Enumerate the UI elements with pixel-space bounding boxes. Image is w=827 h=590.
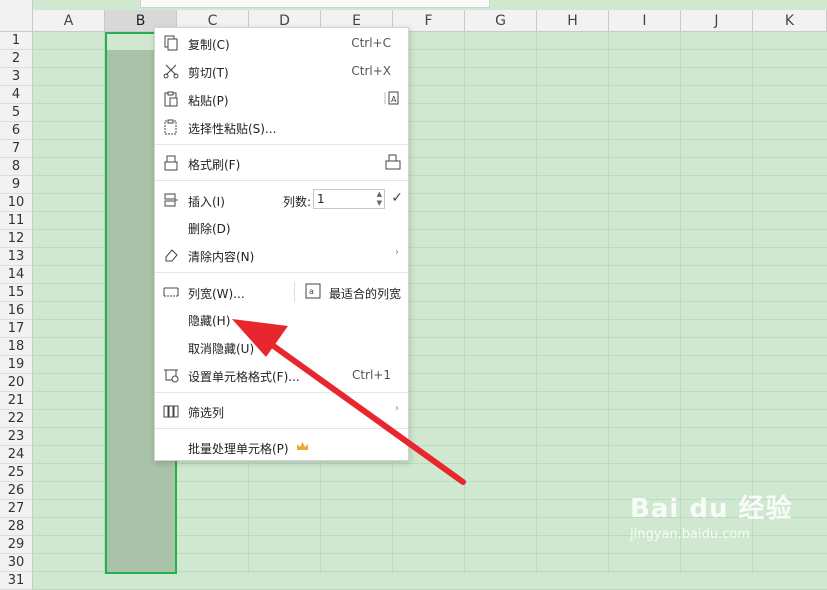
baidu-watermark: Bai du 经验 jingyan.baidu.com bbox=[630, 488, 793, 542]
watermark-url: jingyan.baidu.com bbox=[630, 527, 750, 542]
row-header[interactable]: 31 bbox=[0, 572, 33, 590]
watermark-brand: Bai du 经验 bbox=[630, 494, 793, 524]
